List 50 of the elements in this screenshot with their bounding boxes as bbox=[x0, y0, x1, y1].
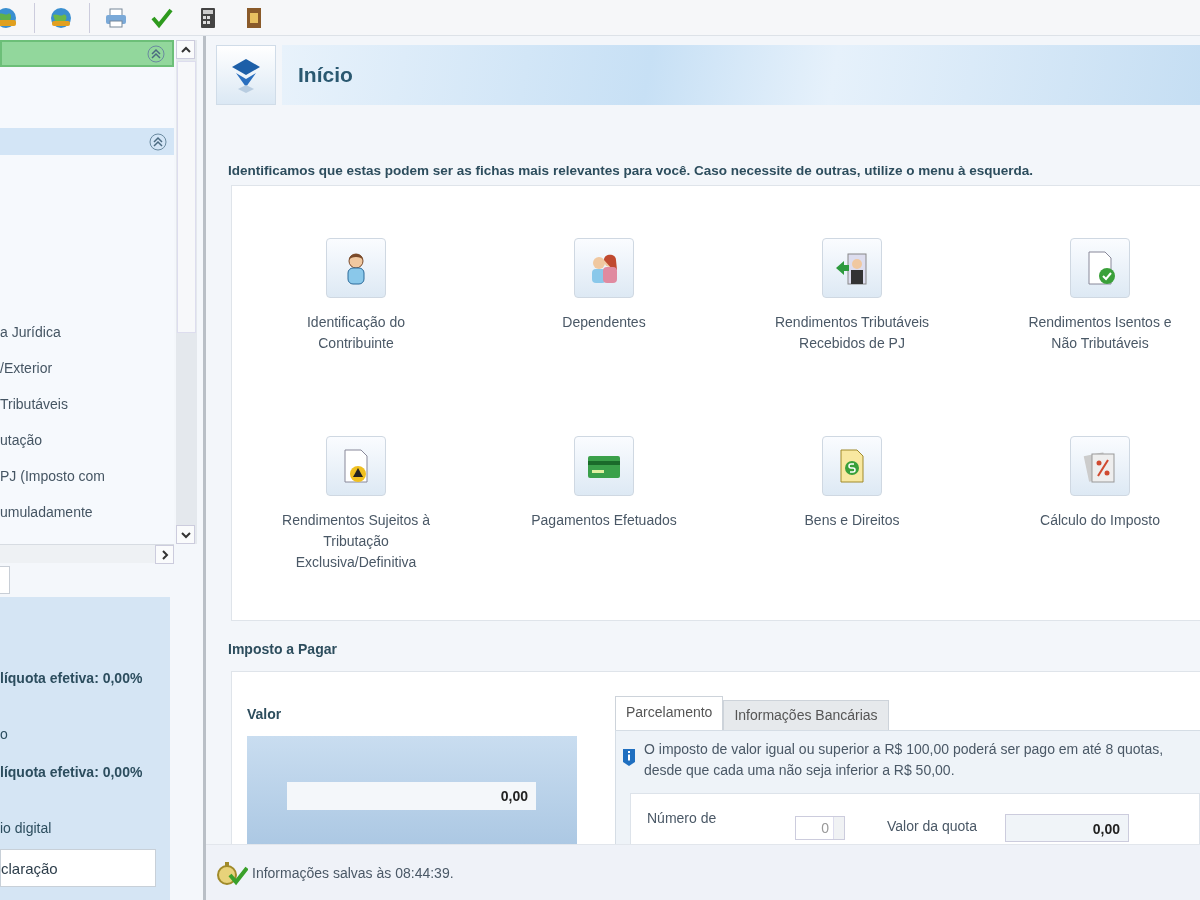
ficha-item[interactable]: Identificação do Contribuinte bbox=[232, 238, 480, 436]
globe-icon bbox=[0, 5, 18, 30]
printer-icon bbox=[104, 5, 128, 30]
quota-count-label: Número de bbox=[647, 810, 718, 826]
tab[interactable]: Informações Bancárias bbox=[723, 700, 889, 730]
value-field[interactable]: 0,00 bbox=[287, 782, 536, 810]
intro-text: Identificamos que estas podem ser as fichas mais relevantes para você. Caso necessite de outras, utilize o menu à esquerda. bbox=[227, 163, 1035, 180]
declaration-button[interactable]: claração bbox=[0, 849, 156, 887]
tab[interactable]: Parcelamento bbox=[615, 696, 724, 730]
sidebar-item[interactable]: PJ (Imposto com bbox=[0, 458, 174, 494]
sidebar-item[interactable]: umuladamente bbox=[0, 494, 174, 530]
ficha-item[interactable]: Cálculo do Imposto bbox=[976, 436, 1200, 616]
ficha-label: Identificação do Contribuinte bbox=[305, 313, 407, 353]
ficha-label: Cálculo do Imposto bbox=[1039, 511, 1161, 530]
summary-text: io digital bbox=[0, 819, 53, 838]
ficha-item[interactable]: Dependentes bbox=[480, 238, 728, 436]
horizontal-scrollbar[interactable] bbox=[0, 544, 174, 563]
ficha-item[interactable]: Rendimentos Tributáveis Recebidos de PJ bbox=[728, 238, 976, 436]
input-field[interactable] bbox=[0, 566, 10, 594]
ficha-label: Rendimentos Tributáveis Recebidos de PJ bbox=[773, 313, 931, 353]
summary-text: o bbox=[0, 725, 9, 744]
section-title: Imposto a Pagar bbox=[227, 641, 338, 659]
ficha-label: Rendimentos Isentos e Não Tributáveis bbox=[1027, 313, 1173, 353]
page-title: Início bbox=[298, 63, 353, 87]
scroll-right-icon[interactable] bbox=[155, 545, 174, 564]
ficha-label: Rendimentos Sujeitos à Tributação Exclusiva/Definitiva bbox=[281, 511, 431, 572]
ficha-label: Bens e Direitos bbox=[803, 511, 901, 530]
ficha-item[interactable]: Pagamentos Efetuados bbox=[480, 436, 728, 616]
sidebar-item[interactable]: /Exterior bbox=[0, 350, 174, 386]
stopwatch-check-icon bbox=[216, 859, 248, 886]
info-text: O imposto de valor igual ou superior a R$ 100,00 poderá ser pago em até 8 quotas, desde que cada uma não seja inferior a R$ 50,00. bbox=[644, 740, 1164, 780]
quota-value-field[interactable]: 0,00 bbox=[1005, 814, 1129, 842]
ficha-item[interactable]: Rendimentos Sujeitos à Tributação Exclusiva/Definitiva bbox=[232, 436, 480, 616]
sidebar-item[interactable]: Tributáveis bbox=[0, 386, 174, 422]
globe-icon bbox=[49, 5, 73, 30]
ficha-item[interactable]: Rendimentos Isentos e Não Tributáveis bbox=[976, 238, 1200, 436]
status-text: Informações salvas às 08:44:39. bbox=[252, 864, 454, 881]
scroll-down-icon[interactable] bbox=[176, 525, 195, 544]
ficha-label: Pagamentos Efetuados bbox=[530, 511, 678, 530]
ficha-label: Dependentes bbox=[561, 313, 647, 332]
summary-text: líquota efetiva: 0,00% bbox=[0, 763, 144, 782]
scroll-up-icon[interactable] bbox=[176, 40, 195, 59]
sidebar-item[interactable]: a Jurídica bbox=[0, 314, 174, 350]
vertical-scrollbar[interactable] bbox=[176, 40, 197, 544]
quota-value-label: Valor da quota bbox=[887, 818, 979, 834]
summary-text: líquota efetiva: 0,00% bbox=[0, 669, 144, 688]
info-icon bbox=[622, 747, 636, 767]
sidebar-item[interactable]: utação bbox=[0, 422, 174, 458]
value-label: Valor bbox=[247, 706, 283, 724]
ficha-item[interactable]: Bens e Direitos bbox=[728, 436, 976, 616]
